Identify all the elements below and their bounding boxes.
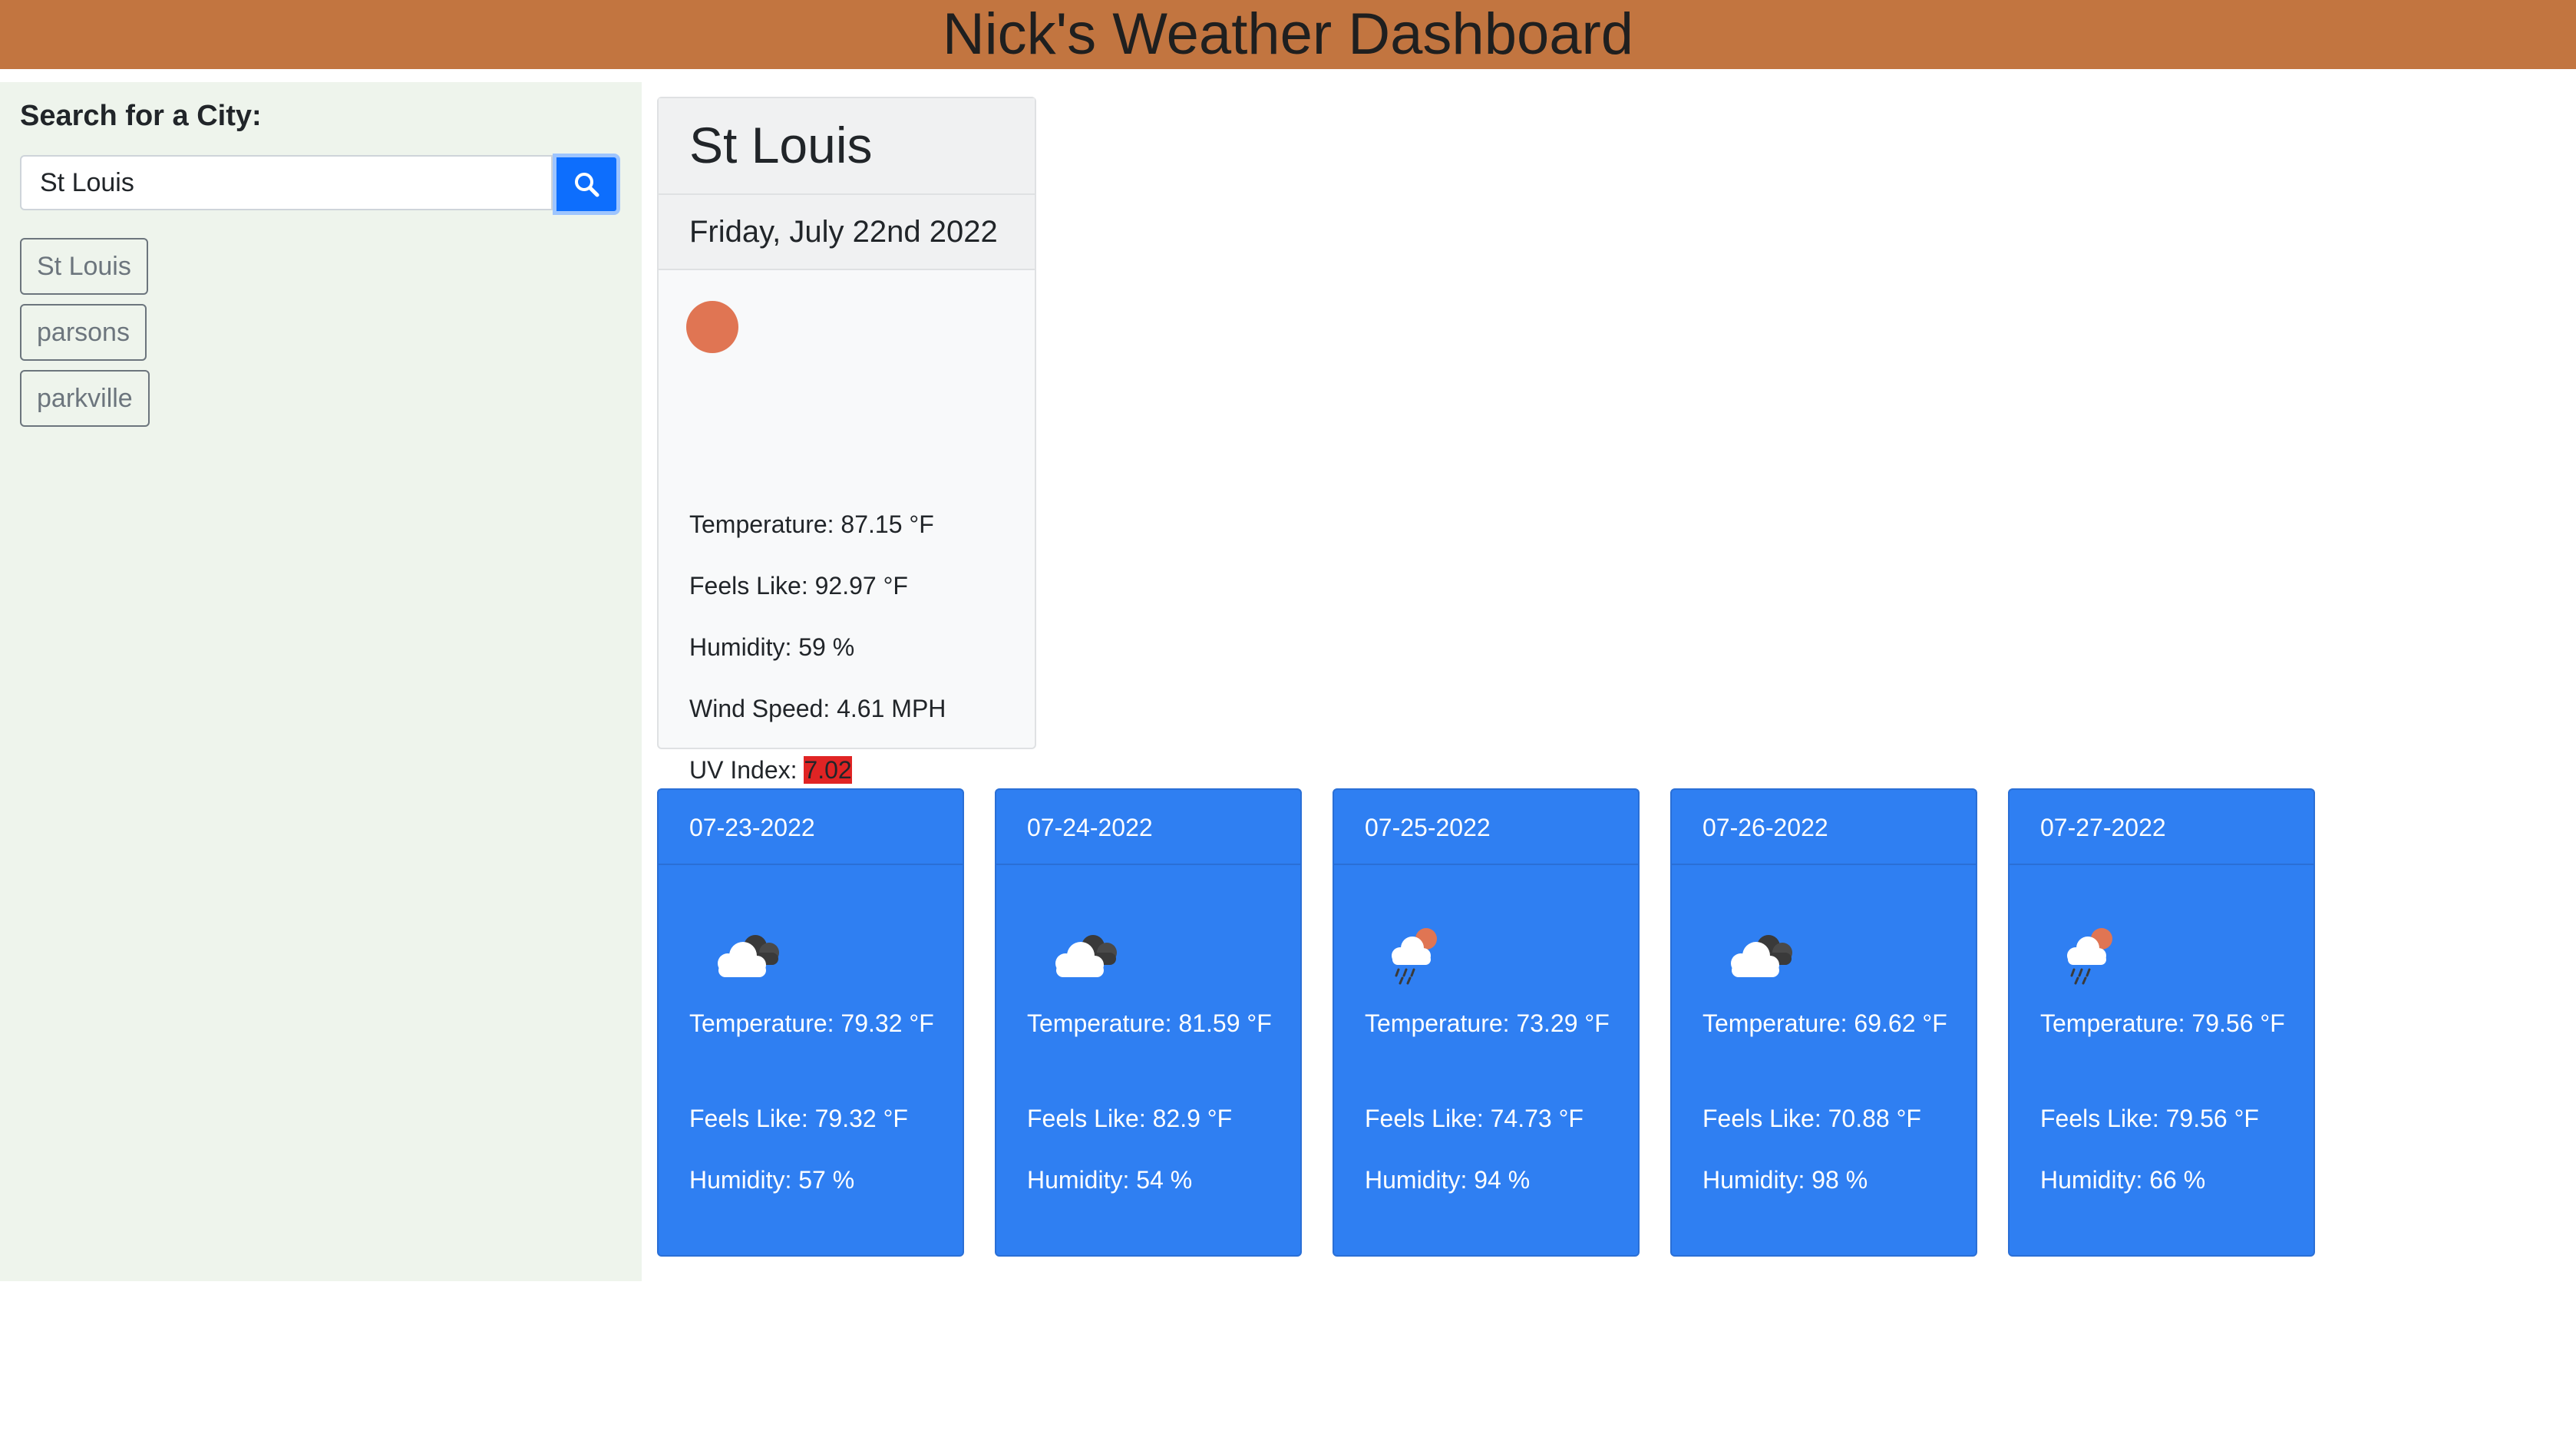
current-humidity: Humidity: 59 % <box>689 633 855 661</box>
forecast-feels-like: Feels Like: 79.56 °F <box>2040 1105 2259 1132</box>
uv-label: UV Index: <box>689 756 804 784</box>
broken-clouds-icon <box>718 935 779 977</box>
forecast-date: 07-24-2022 <box>996 790 1300 865</box>
forecast-humidity: Humidity: 54 % <box>1027 1166 1193 1194</box>
forecast-date: 07-23-2022 <box>659 790 963 865</box>
forecast-humidity: Humidity: 94 % <box>1365 1166 1531 1194</box>
history-button-parsons[interactable]: parsons <box>20 304 147 361</box>
forecast-card: 07-26-2022 Temperature: 69.62 °F Feels L… <box>1670 788 1977 1257</box>
forecast-card: 07-25-2022 Temperature: 73.29 °F Feels L… <box>1333 788 1640 1257</box>
forecast-feels-like: Feels Like: 79.32 °F <box>689 1105 908 1132</box>
rain-sun-icon <box>1392 928 1437 985</box>
forecast-temperature: Temperature: 79.32 °F <box>689 1009 934 1037</box>
current-feels-like: Feels Like: 92.97 °F <box>689 572 908 600</box>
current-wind-speed: Wind Speed: 4.61 MPH <box>689 695 946 722</box>
forecast-temperature: Temperature: 69.62 °F <box>1702 1009 1947 1037</box>
forecast-feels-like: Feels Like: 82.9 °F <box>1027 1105 1233 1132</box>
uv-value-badge: 7.02 <box>804 756 852 784</box>
forecast-humidity: Humidity: 57 % <box>689 1166 855 1194</box>
current-weather-card: St Louis Friday, July 22nd 2022 Temperat… <box>657 97 1036 784</box>
forecast-feels-like: Feels Like: 70.88 °F <box>1702 1105 1921 1132</box>
page-title: Nick's Weather Dashboard <box>942 2 1634 67</box>
forecast-humidity: Humidity: 98 % <box>1702 1166 1868 1194</box>
rain-sun-icon <box>2067 928 2112 985</box>
forecast-temperature: Temperature: 81.59 °F <box>1027 1009 1272 1037</box>
history-button-parkville[interactable]: parkville <box>20 370 150 427</box>
current-temperature: Temperature: 87.15 °F <box>689 510 934 538</box>
forecast-date: 07-25-2022 <box>1334 790 1638 865</box>
forecast-card: 07-24-2022 Temperature: 81.59 °F Feels L… <box>995 788 1302 1257</box>
current-city: St Louis <box>659 98 1035 195</box>
forecast-date: 07-27-2022 <box>2010 790 2313 865</box>
sun-icon <box>686 301 738 353</box>
search-label: Search for a City: <box>20 100 262 132</box>
forecast-humidity: Humidity: 66 % <box>2040 1166 2206 1194</box>
history-button-st-louis[interactable]: St Louis <box>20 238 148 295</box>
forecast-card: 07-27-2022 Temperature: 79.56 °F Feels L… <box>2008 788 2315 1257</box>
forecast-temperature: Temperature: 79.56 °F <box>2040 1009 2285 1037</box>
search-button[interactable] <box>553 154 620 215</box>
broken-clouds-icon <box>1731 935 1792 977</box>
current-date: Friday, July 22nd 2022 <box>659 195 1035 270</box>
forecast-feels-like: Feels Like: 74.73 °F <box>1365 1105 1584 1132</box>
page-header: Nick's Weather Dashboard <box>0 0 2576 69</box>
search-icon <box>575 173 599 197</box>
search-input[interactable] <box>20 155 553 210</box>
broken-clouds-icon <box>1055 935 1117 977</box>
forecast-temperature: Temperature: 73.29 °F <box>1365 1009 1610 1037</box>
current-uv-index: UV Index: 7.02 <box>689 756 852 785</box>
forecast-card: 07-23-2022 Temperature: 79.32 °F Feels L… <box>657 788 964 1257</box>
forecast-date: 07-26-2022 <box>1672 790 1976 865</box>
